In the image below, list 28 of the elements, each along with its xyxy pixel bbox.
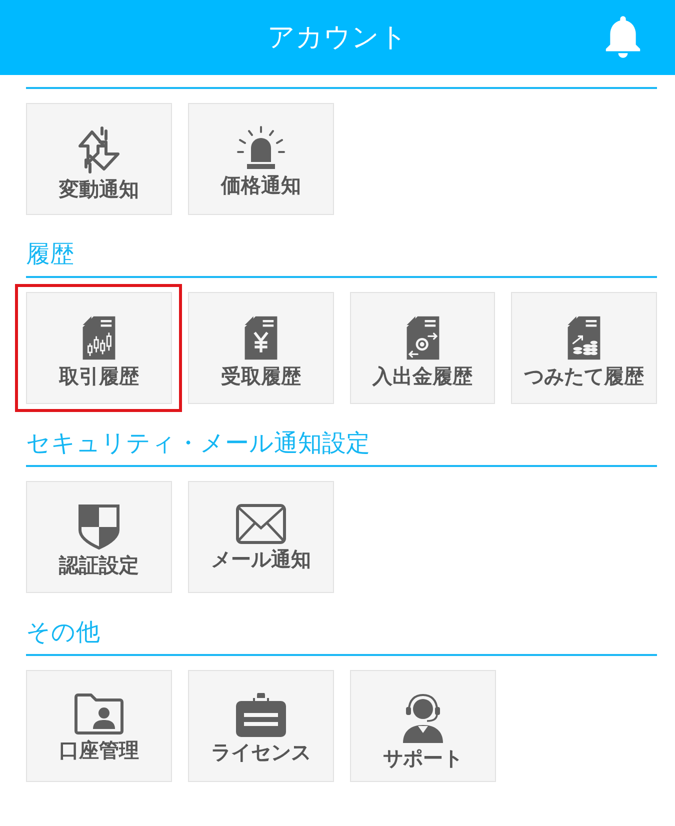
- menu-button[interactable]: 変動通知: [26, 103, 172, 215]
- menu-button[interactable]: 認証設定: [26, 481, 172, 593]
- coin-stack-document-icon: [566, 315, 602, 361]
- folder-person-icon: [74, 693, 124, 735]
- siren-icon: [237, 126, 285, 170]
- menu-button[interactable]: サポート: [350, 670, 496, 782]
- yen-document-icon: [242, 315, 279, 361]
- section-title: その他: [26, 617, 100, 647]
- notification-button[interactable]: [604, 16, 642, 59]
- id-badge-icon: [236, 693, 286, 737]
- envelope-icon: [236, 504, 286, 544]
- menu-button[interactable]: 口座管理: [26, 670, 172, 782]
- menu-button[interactable]: メール通知: [188, 481, 334, 593]
- section-title: セキュリティ・メール通知設定: [26, 428, 370, 458]
- menu-button[interactable]: 入出金履歴: [350, 292, 496, 404]
- menu-button[interactable]: 取引履歴: [26, 292, 172, 404]
- menu-button[interactable]: 受取履歴: [188, 292, 334, 404]
- menu-button[interactable]: ライセンス: [188, 670, 334, 782]
- headset-person-icon: [401, 693, 445, 743]
- header-title: アカウント: [268, 20, 408, 54]
- coin-transfer-document-icon: [404, 315, 440, 361]
- menu-button[interactable]: 価格通知: [188, 103, 334, 215]
- section-title: 履歴: [26, 239, 74, 269]
- candlestick-document-icon: [81, 315, 117, 361]
- menu-button[interactable]: つみたて履歴: [511, 292, 658, 404]
- up-down-arrows-icon: [78, 126, 120, 174]
- shield-icon: [78, 504, 120, 550]
- bell-icon: [604, 16, 642, 59]
